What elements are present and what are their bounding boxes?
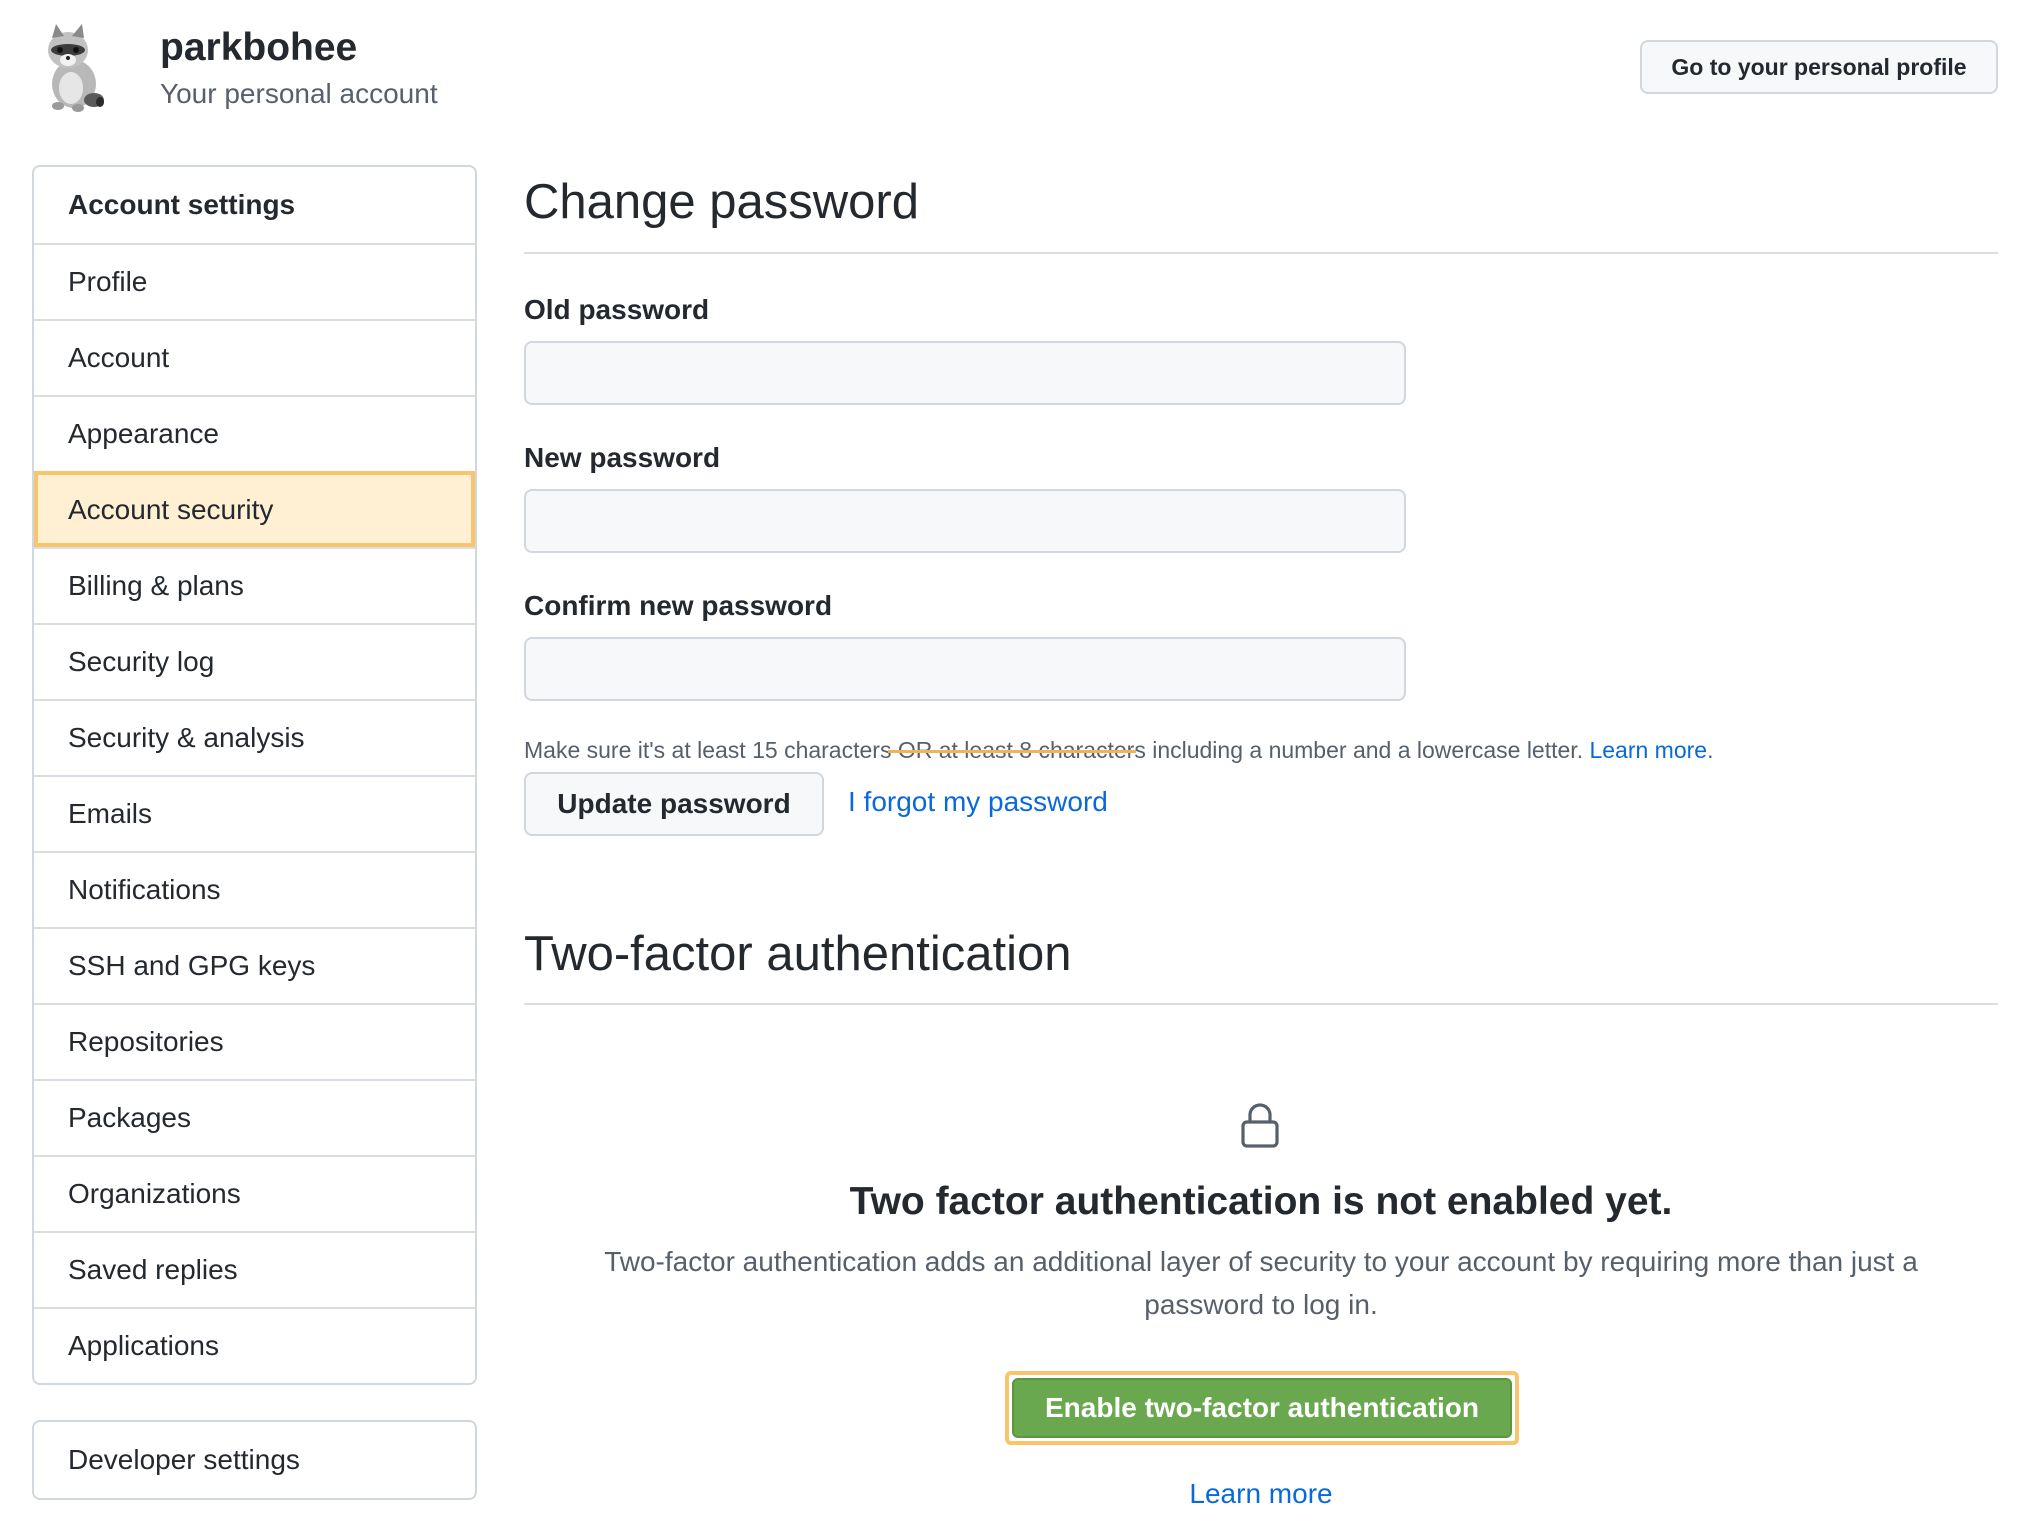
confirm-password-field[interactable] (524, 637, 1406, 701)
sidebar-item-emails[interactable]: Emails (34, 775, 475, 851)
sidebar-item-packages[interactable]: Packages (34, 1079, 475, 1155)
two-factor-title: Two-factor authentication (524, 927, 1072, 981)
old-password-label: Old password (524, 294, 710, 325)
forgot-password-link[interactable]: I forgot my password (848, 784, 1108, 820)
go-to-profile-button[interactable]: Go to your personal profile (1640, 40, 1998, 94)
change-password-title: Change password (524, 175, 919, 229)
highlight-underline (888, 750, 1136, 753)
sidebar-item-account[interactable]: Account (34, 319, 475, 395)
update-password-button[interactable]: Update password (524, 772, 824, 836)
sidebar-item-account-security[interactable]: Account security (34, 471, 475, 547)
sidebar-item-organizations[interactable]: Organizations (34, 1155, 475, 1231)
section-divider (524, 252, 1998, 254)
old-password-field[interactable] (524, 341, 1406, 405)
enable-2fa-button[interactable]: Enable two-factor authentication (1012, 1378, 1512, 1438)
sidebar-heading: Account settings (68, 189, 296, 220)
lock-icon (1241, 1103, 1279, 1148)
settings-sidebar: Account settings Profile Account Appeara… (32, 165, 477, 1385)
new-password-field[interactable] (524, 489, 1406, 553)
enable-2fa-highlight: Enable two-factor authentication (1005, 1371, 1519, 1445)
sidebar-item-profile[interactable]: Profile (34, 243, 475, 319)
two-factor-description: Two-factor authentication adds an additi… (604, 1246, 1918, 1320)
two-factor-learn-more-link[interactable]: Learn more (524, 1476, 1998, 1512)
two-factor-status-title: Two factor authentication is not enabled… (849, 1180, 1673, 1223)
confirm-password-label: Confirm new password (524, 590, 833, 621)
account-subtitle: Your personal account (160, 78, 438, 109)
sidebar-item-developer-settings[interactable]: Developer settings (32, 1420, 477, 1500)
sidebar-item-saved-replies[interactable]: Saved replies (34, 1231, 475, 1307)
section-divider-2fa (524, 1003, 1998, 1005)
sidebar-item-security-analysis[interactable]: Security & analysis (34, 699, 475, 775)
new-password-label: New password (524, 442, 721, 473)
sidebar-item-appearance[interactable]: Appearance (34, 395, 475, 471)
sidebar-item-notifications[interactable]: Notifications (34, 851, 475, 927)
sidebar-item-applications[interactable]: Applications (34, 1307, 475, 1383)
username: parkbohee (160, 26, 358, 69)
sidebar-item-repositories[interactable]: Repositories (34, 1003, 475, 1079)
sidebar-item-billing[interactable]: Billing & plans (34, 547, 475, 623)
sidebar-item-ssh-gpg-keys[interactable]: SSH and GPG keys (34, 927, 475, 1003)
password-learn-more-link[interactable]: Learn more (1589, 737, 1707, 763)
avatar (48, 24, 104, 112)
sidebar-item-security-log[interactable]: Security log (34, 623, 475, 699)
